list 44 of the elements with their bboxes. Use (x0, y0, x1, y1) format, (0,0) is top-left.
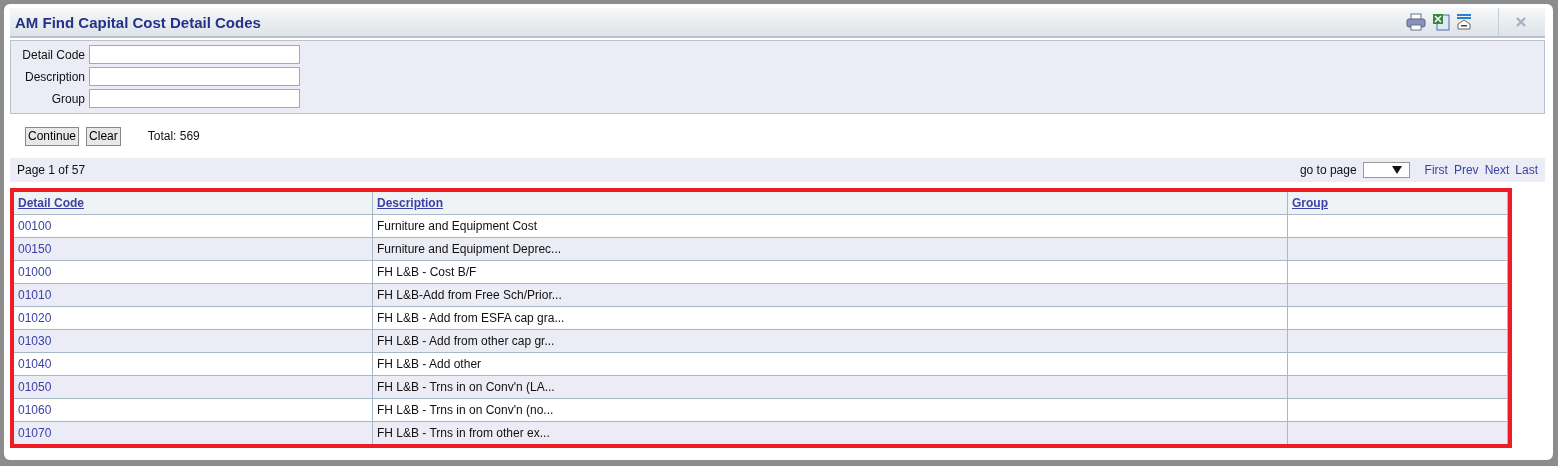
spreadsheet-icon[interactable] (1432, 13, 1450, 31)
code-link[interactable]: 01060 (18, 403, 52, 417)
collapse-icon[interactable] (1456, 13, 1472, 31)
input-field[interactable] (89, 45, 300, 64)
total-count: Total: 569 (147, 129, 200, 143)
table-cell: FH L&B - Cost B/F (372, 260, 1288, 284)
table-cell: FH L&B - Add from other cap gr... (372, 329, 1288, 353)
pager-link[interactable]: Last (1515, 163, 1538, 177)
table-cell: FH L&B - Trns in on Conv'n (no... (372, 398, 1288, 422)
pager-link[interactable]: Next (1484, 163, 1510, 177)
code-link[interactable]: 01070 (18, 426, 52, 440)
field-label: Description (23, 69, 85, 84)
page-dropdown[interactable] (1362, 162, 1410, 178)
code-link[interactable]: 01040 (18, 357, 52, 371)
table-cell: Furniture and Equipment Deprec... (372, 237, 1288, 261)
code-link[interactable]: 01030 (18, 334, 52, 348)
table-cell: FH L&B - Trns in from other ex... (372, 421, 1288, 444)
pager-link[interactable]: First (1424, 163, 1448, 177)
pager-link[interactable]: Prev (1453, 163, 1479, 177)
sort-link[interactable]: Group (1292, 196, 1328, 210)
go-to-page-label: go to page (1299, 163, 1357, 177)
action-button[interactable]: Clear (86, 126, 121, 146)
caret-icon (1391, 166, 1402, 174)
table-cell: FH L&B-Add from Free Sch/Prior... (372, 283, 1288, 307)
code-link[interactable]: 00100 (18, 219, 52, 233)
code-link[interactable]: 01000 (18, 265, 52, 279)
table-cell: FH L&B - Add other (372, 352, 1288, 376)
table-cell: FH L&B - Add from ESFA cap gra... (372, 306, 1288, 330)
input-field[interactable] (89, 67, 300, 86)
code-link[interactable]: 01050 (18, 380, 52, 394)
sort-link[interactable]: Description (377, 196, 443, 210)
code-link[interactable]: 01010 (18, 288, 52, 302)
table-cell: FH L&B - Trns in on Conv'n (LA... (372, 375, 1288, 399)
field-label: Group (50, 91, 85, 106)
printer-icon[interactable] (1406, 13, 1426, 31)
code-link[interactable]: 00150 (18, 242, 52, 256)
field-label: Detail Code (21, 47, 85, 62)
table-cell: Furniture and Equipment Cost (372, 214, 1288, 238)
input-field[interactable] (89, 89, 300, 108)
code-link[interactable]: 01020 (18, 311, 52, 325)
window-title: AM Find Capital Cost Detail Codes (15, 13, 261, 31)
page-info: Page 1 of 57 (17, 163, 86, 177)
action-button[interactable]: Continue (25, 126, 80, 146)
sort-link[interactable]: Detail Code (18, 196, 84, 210)
